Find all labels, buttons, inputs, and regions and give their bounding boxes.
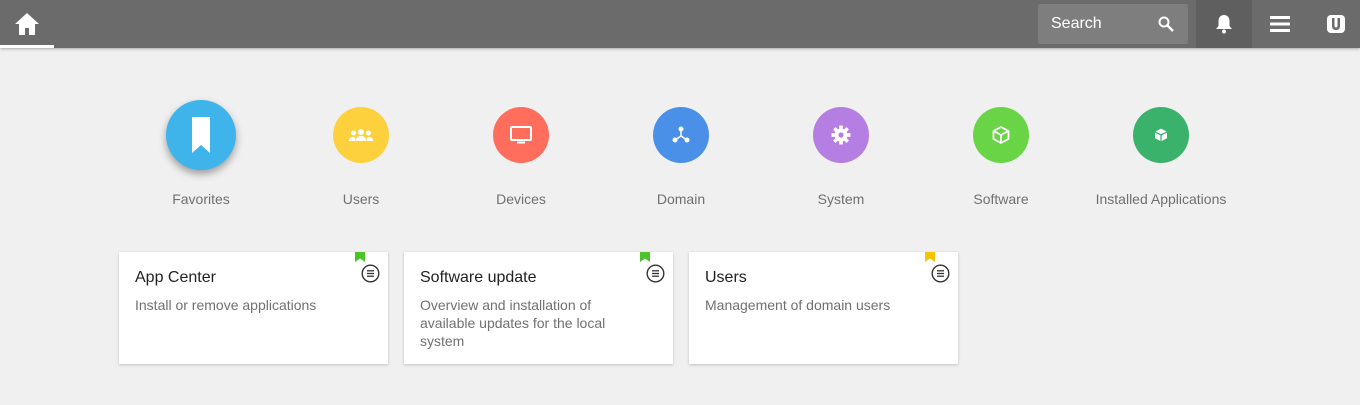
notifications-button[interactable] [1196, 0, 1252, 48]
univention-logo-button[interactable] [1308, 0, 1360, 48]
category-label: Installed Applications [1095, 191, 1227, 207]
category-label: Devices [496, 191, 546, 207]
box-icon [992, 126, 1010, 144]
card-description: Install or remove applications [135, 297, 317, 313]
box-icon [1154, 128, 1168, 142]
software-circle [973, 107, 1029, 163]
category-users[interactable]: Users [281, 100, 441, 207]
module-card-software-update[interactable]: Software update Overview and installatio… [404, 252, 673, 364]
category-domain[interactable]: Domain [601, 100, 761, 207]
network-nodes-icon [672, 126, 690, 143]
category-system[interactable]: System [761, 100, 921, 207]
home-icon [15, 13, 39, 35]
devices-circle [493, 107, 549, 163]
card-title: Software update [420, 269, 537, 286]
domain-circle [653, 107, 709, 163]
module-card-app-center[interactable]: App Center Install or remove application… [119, 252, 388, 364]
category-software[interactable]: Software [921, 100, 1081, 207]
category-installed-applications[interactable]: Installed Applications [1081, 100, 1241, 207]
search-input[interactable]: Search [1038, 4, 1188, 44]
card-menu-icon[interactable] [361, 264, 380, 283]
favorite-bookmark-icon [640, 252, 650, 262]
univention-logo-icon [1327, 15, 1345, 33]
card-title: Users [705, 269, 747, 286]
category-label: Users [342, 191, 380, 207]
installed-applications-circle [1133, 107, 1189, 163]
favorite-bookmark-icon [355, 252, 365, 262]
bell-icon [1216, 15, 1232, 34]
category-label: Favorites [172, 191, 230, 207]
search-icon[interactable] [1158, 16, 1174, 32]
users-circle [333, 107, 389, 163]
favorites-circle [166, 100, 236, 170]
top-bar: Search [0, 0, 1360, 48]
home-button[interactable] [0, 0, 54, 48]
category-label: System [817, 191, 865, 207]
monitor-icon [510, 126, 532, 144]
hamburger-menu-icon [1270, 16, 1290, 32]
card-title: App Center [135, 269, 216, 286]
card-description: Overview and installation of available u… [420, 297, 606, 349]
system-circle [813, 107, 869, 163]
users-group-icon [349, 129, 373, 141]
bookmark-icon [192, 117, 210, 153]
card-menu-icon[interactable] [646, 264, 665, 283]
favorite-bookmark-icon [925, 252, 935, 262]
category-devices[interactable]: Devices [441, 100, 601, 207]
gear-icon [831, 125, 851, 145]
search-placeholder: Search [1051, 15, 1102, 32]
card-description: Management of domain users [705, 297, 891, 313]
menu-button[interactable] [1252, 0, 1308, 48]
category-favorites[interactable]: Favorites [121, 100, 281, 207]
category-label: Domain [656, 191, 706, 207]
card-menu-icon[interactable] [931, 264, 950, 283]
active-tab-indicator [0, 45, 54, 48]
category-label: Software [973, 191, 1029, 207]
module-card-users[interactable]: Users Management of domain users [689, 252, 958, 364]
